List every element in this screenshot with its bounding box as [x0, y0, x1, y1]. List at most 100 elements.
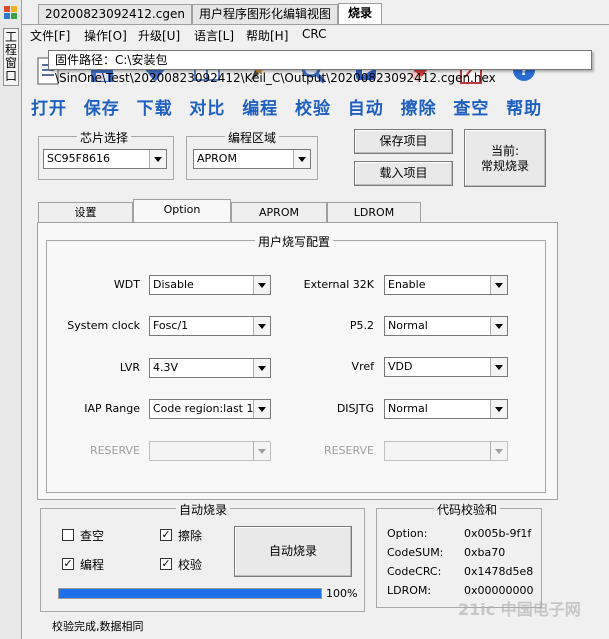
toolbar-label: 自动: [347, 99, 384, 119]
current-mode-button[interactable]: 当前: 常规烧录: [464, 129, 546, 187]
checkbox-label: 擦除: [178, 529, 203, 543]
config-left-value: 4.3V: [153, 361, 179, 374]
config-right-dropdown: [384, 441, 508, 461]
chip-select-title: 芯片选择: [77, 129, 132, 146]
config-left-value: Code region:last 1K: [153, 402, 261, 415]
config-right-value: Normal: [388, 402, 428, 415]
config-right-label: RESERVE: [323, 444, 374, 457]
menu-crc[interactable]: CRC: [302, 27, 327, 41]
config-right-value: Enable: [388, 278, 426, 291]
tab-settings[interactable]: 设置: [38, 202, 133, 222]
chevron-down-icon: [490, 276, 507, 294]
toolbar-label: 下载: [136, 99, 173, 119]
watermark: 21ic 中国电子网: [458, 600, 581, 619]
chevron-down-icon: [490, 442, 507, 460]
config-left-label: WDT: [113, 278, 140, 291]
config-right-value: VDD: [388, 360, 413, 373]
save-project-button[interactable]: 保存项目: [354, 129, 453, 154]
chevron-down-icon: [253, 400, 270, 418]
config-left-dropdown[interactable]: Code region:last 1K: [149, 399, 271, 419]
config-right-label: DISJTG: [336, 402, 374, 415]
tab-aprom[interactable]: APROM: [231, 202, 327, 222]
config-left-label: IAP Range: [84, 402, 140, 415]
program-area-title: 编程区域: [225, 129, 280, 146]
tab-burn[interactable]: 烧录: [338, 3, 382, 25]
config-right-dropdown[interactable]: Normal: [384, 316, 508, 336]
tab-cgen-file[interactable]: 20200823092412.cgen: [38, 4, 192, 24]
checkbox-label: 查空: [80, 529, 105, 543]
program-area-value: APROM: [197, 152, 237, 165]
checksum-key: CodeSUM:: [387, 546, 444, 559]
firmware-path-tooltip: 固件路径：C:\安装包\SinOne\Test\20200823092412\K…: [48, 50, 592, 85]
chevron-down-icon: [253, 276, 270, 294]
checksum-value: 0xba70: [464, 546, 506, 559]
toolbar-label: 查空: [453, 99, 490, 119]
menu-language[interactable]: 语言[L]: [194, 27, 234, 44]
config-left-dropdown[interactable]: Fosc/1: [149, 316, 271, 336]
config-right-label: External 32K: [303, 278, 374, 291]
menu-operate[interactable]: 操作[O]: [84, 27, 127, 44]
current-mode-label: 常规烧录: [480, 159, 529, 173]
chevron-down-icon: [253, 359, 270, 377]
checksum-title: 代码校验和: [434, 501, 501, 518]
checksum-key: Option:: [387, 527, 428, 540]
chip-select-value: SC95F8616: [47, 152, 110, 165]
chip-select-dropdown[interactable]: SC95F8616: [43, 149, 167, 169]
config-right-label: P5.2: [349, 319, 374, 332]
config-right-value: Normal: [388, 319, 428, 332]
chevron-down-icon: [490, 317, 507, 335]
config-left-dropdown[interactable]: 4.3V: [149, 358, 271, 378]
config-left-label: LVR: [119, 361, 140, 374]
checkbox[interactable]: ✓: [160, 558, 172, 570]
tab-ldrom[interactable]: LDROM: [327, 202, 421, 222]
auto-burn-title: 自动烧录: [176, 501, 231, 518]
config-right-dropdown[interactable]: Normal: [384, 399, 508, 419]
progress-text: 100%: [326, 587, 358, 600]
checkbox-label: 校验: [178, 558, 203, 572]
checksum-key: LDROM:: [387, 584, 432, 597]
tab-graphic-editor[interactable]: 用户程序图形化编辑视图: [192, 4, 338, 24]
config-left-value: Fosc/1: [153, 319, 189, 332]
user-config-title: 用户烧写配置: [255, 233, 334, 250]
checksum-value: 0x1478d5e8: [464, 565, 534, 578]
checksum-value: 0x005b-9f1f: [464, 527, 532, 540]
load-project-button[interactable]: 载入项目: [354, 161, 453, 186]
config-right-label: Vref: [351, 360, 374, 373]
app-logo-icon: [4, 6, 18, 20]
chevron-down-icon: [253, 442, 270, 460]
chevron-down-icon: [149, 150, 166, 168]
config-right-dropdown[interactable]: Enable: [384, 275, 508, 295]
checkbox-label: 编程: [80, 558, 105, 572]
toolbar-label: 打开: [31, 99, 67, 119]
toolbar-label: 保存: [83, 99, 120, 119]
chevron-down-icon: [293, 150, 310, 168]
project-window-strip: 工程窗口: [0, 0, 22, 639]
menu-upgrade[interactable]: 升级[U]: [138, 27, 180, 44]
chevron-down-icon: [490, 400, 507, 418]
toolbar-label: 帮助: [506, 99, 543, 119]
config-right-dropdown[interactable]: VDD: [384, 357, 508, 377]
toolbar-label: 擦除: [400, 99, 437, 119]
config-left-dropdown: [149, 441, 271, 461]
current-label: 当前:: [490, 144, 520, 158]
status-text: 校验完成,数据相同: [52, 620, 144, 633]
checksum-key: CodeCRC:: [387, 565, 442, 578]
config-left-value: Disable: [153, 278, 194, 291]
config-left-label: System clock: [67, 319, 140, 332]
checkbox[interactable]: ✓: [160, 529, 172, 541]
chevron-down-icon: [253, 317, 270, 335]
checkbox[interactable]: ✓: [62, 558, 74, 570]
project-window-tab[interactable]: 工程窗口: [3, 28, 19, 86]
menu-file[interactable]: 文件[F]: [30, 27, 70, 44]
auto-burn-button[interactable]: 自动烧录: [234, 526, 352, 577]
program-area-dropdown[interactable]: APROM: [193, 149, 311, 169]
menu-bar: 文件[F] 操作[O] 升级[U] 语言[L] 帮助[H] CRC: [22, 24, 609, 44]
toolbar-label: 对比: [189, 99, 226, 119]
chevron-down-icon: [490, 358, 507, 376]
menu-help[interactable]: 帮助[H]: [246, 27, 288, 44]
toolbar-label: 校验: [295, 99, 331, 119]
checkbox[interactable]: [62, 529, 74, 541]
tab-option[interactable]: Option: [133, 199, 231, 223]
config-left-dropdown[interactable]: Disable: [149, 275, 271, 295]
config-left-label: RESERVE: [89, 444, 140, 457]
